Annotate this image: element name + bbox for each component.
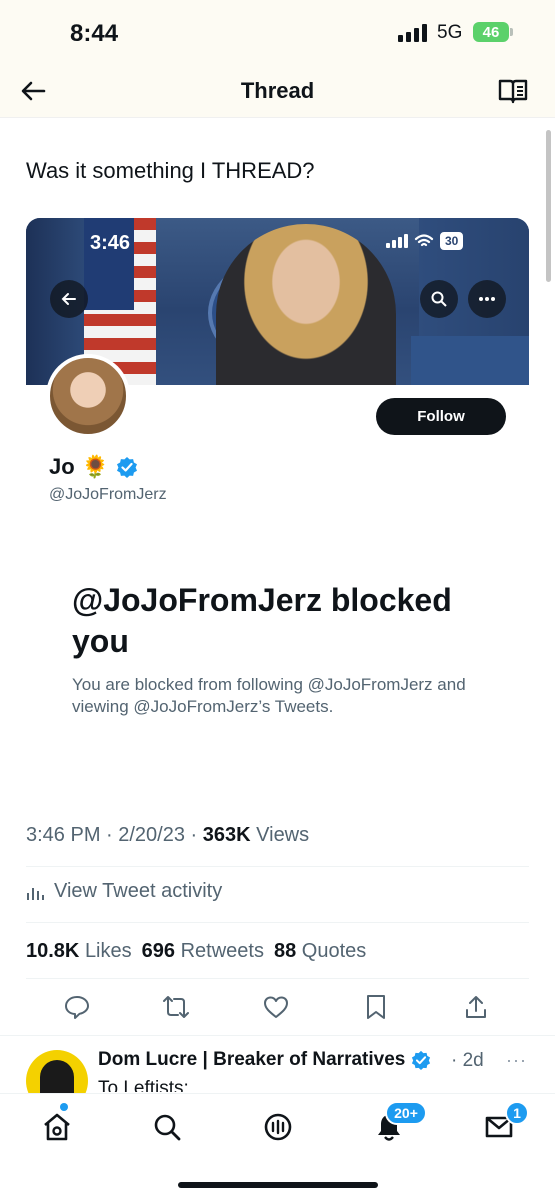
inner-signal-icon bbox=[386, 234, 408, 248]
home-indicator bbox=[178, 1182, 378, 1188]
battery-cap bbox=[510, 28, 513, 36]
page-title: Thread bbox=[240, 78, 315, 103]
inner-search-button bbox=[420, 280, 458, 318]
share-icon bbox=[466, 996, 486, 1018]
reply-author-name: Dom Lucre | Breaker of Narratives bbox=[98, 1049, 406, 1070]
scrollbar[interactable] bbox=[546, 130, 551, 282]
messages-badge: 1 bbox=[505, 1101, 529, 1125]
retweet-button[interactable] bbox=[159, 990, 193, 1024]
quotes-stat[interactable]: 88 Quotes bbox=[274, 940, 366, 963]
views-label: Views bbox=[256, 824, 310, 846]
reply-timestamp: · 2d bbox=[451, 1050, 484, 1071]
reply-text: To Leftists: bbox=[98, 1078, 189, 1092]
sunflower-emoji: 🌻 bbox=[81, 454, 110, 479]
blocked-title: @JoJoFromJerz blocked you bbox=[72, 582, 452, 659]
notifications-badge: 20+ bbox=[385, 1101, 427, 1125]
arrow-left-icon bbox=[61, 293, 76, 305]
home-icon bbox=[44, 1113, 70, 1141]
blocked-description: You are blocked from following @JoJoFrom… bbox=[72, 675, 466, 716]
status-bar: 8:44 5G 46 bbox=[0, 0, 555, 62]
inner-back-button bbox=[50, 280, 88, 318]
likes-count: 10.8K bbox=[26, 940, 80, 962]
view-activity-link[interactable]: View Tweet activity bbox=[26, 880, 222, 903]
reply-icon bbox=[65, 996, 89, 1019]
status-time: 8:44 bbox=[70, 20, 119, 47]
retweets-label: Retweets bbox=[180, 940, 264, 962]
share-button[interactable] bbox=[459, 990, 493, 1024]
tweet-text: Was it something I THREAD? bbox=[26, 158, 315, 183]
retweet-icon bbox=[163, 996, 189, 1018]
follow-button: Follow bbox=[376, 398, 506, 435]
views-count: 363K bbox=[202, 824, 251, 846]
signal-icon bbox=[398, 24, 427, 42]
profile-handle: @JoJoFromJerz bbox=[49, 486, 167, 503]
verified-icon bbox=[412, 1050, 431, 1070]
retweets-stat[interactable]: 696 Retweets bbox=[142, 940, 264, 963]
quotes-label: Quotes bbox=[301, 940, 367, 962]
divider bbox=[26, 978, 529, 979]
spaces-icon bbox=[264, 1113, 292, 1141]
wifi-icon bbox=[414, 234, 434, 247]
likes-label: Likes bbox=[84, 940, 132, 962]
divider bbox=[0, 1035, 555, 1036]
likes-stat[interactable]: 10.8K Likes bbox=[26, 940, 132, 963]
inner-status-time: 3:46 bbox=[90, 232, 131, 254]
inner-more-button bbox=[468, 280, 506, 318]
search-icon bbox=[431, 291, 447, 307]
tab-home[interactable] bbox=[40, 1110, 74, 1144]
reply-button[interactable] bbox=[60, 990, 94, 1024]
analytics-icon bbox=[27, 887, 44, 900]
banner-sign bbox=[411, 336, 529, 385]
home-new-indicator bbox=[60, 1103, 68, 1111]
avatar bbox=[46, 354, 130, 438]
search-icon bbox=[154, 1114, 181, 1141]
reply-more-button[interactable]: ··· bbox=[506, 1050, 527, 1071]
embedded-screenshot[interactable]: 3:46 30 Follow Jo 🌻 @JoJoFromJerz @JoJoF… bbox=[26, 218, 529, 778]
top-nav: Thread bbox=[0, 62, 555, 118]
quotes-count: 88 bbox=[273, 940, 297, 962]
banner-person bbox=[216, 224, 396, 385]
tweet-timestamp: 3:46 PM · 2/20/23 · bbox=[26, 824, 203, 846]
divider bbox=[26, 922, 529, 923]
more-icon bbox=[479, 297, 495, 301]
tweet-meta: 3:46 PM · 2/20/23 · 363K Views bbox=[26, 824, 309, 847]
inner-battery: 30 bbox=[440, 232, 464, 250]
like-icon bbox=[264, 996, 288, 1018]
profile-name-text: Jo bbox=[49, 454, 75, 479]
tweet-actions bbox=[26, 990, 529, 1030]
reply-author[interactable]: Dom Lucre | Breaker of Narratives bbox=[98, 1049, 431, 1071]
divider bbox=[26, 866, 529, 867]
battery-level: 46 bbox=[482, 23, 500, 41]
verified-icon bbox=[117, 457, 138, 478]
network-type: 5G bbox=[437, 22, 463, 43]
view-activity-label: View Tweet activity bbox=[54, 880, 223, 902]
reader-icon[interactable] bbox=[497, 76, 529, 106]
tab-search[interactable] bbox=[150, 1110, 184, 1144]
profile-name: Jo 🌻 bbox=[49, 454, 138, 480]
bookmark-button[interactable] bbox=[359, 990, 393, 1024]
tweet-stats: 10.8K Likes 696 Retweets 88 Quotes bbox=[26, 940, 366, 963]
bookmark-icon bbox=[367, 995, 385, 1019]
retweets-count: 696 bbox=[141, 940, 176, 962]
inner-status-icons: 30 bbox=[386, 232, 464, 250]
battery-icon: 46 bbox=[473, 22, 509, 42]
like-button[interactable] bbox=[259, 990, 293, 1024]
tab-spaces[interactable] bbox=[261, 1110, 295, 1144]
